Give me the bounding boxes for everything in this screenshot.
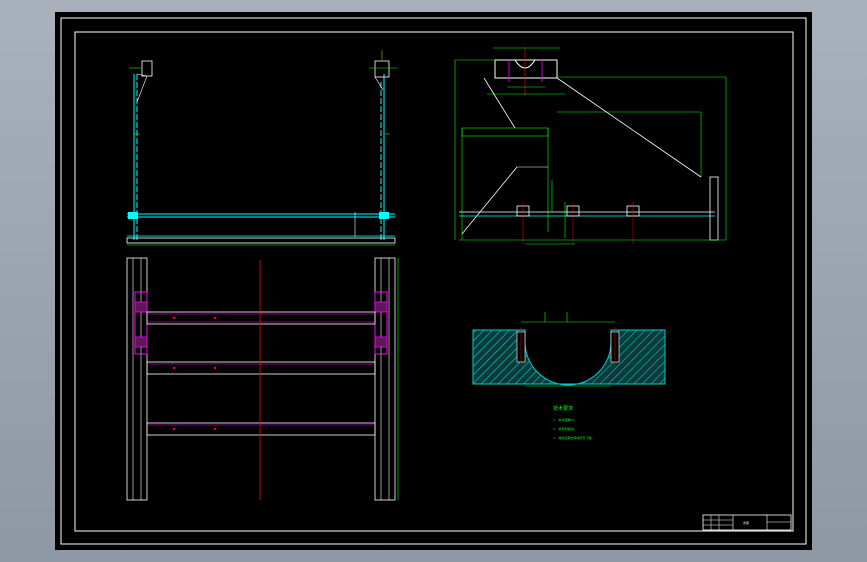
technical-notes: 技术要求 1. 未注圆角R2。 2. 去毛刺锐边。 3. 焊接后需去除焊渣及飞溅… bbox=[553, 405, 594, 440]
inner-border bbox=[74, 31, 794, 532]
note-item-1: 1. 未注圆角R2。 bbox=[553, 417, 577, 422]
cad-drawing: 技术要求 1. 未注圆角R2。 2. 去毛刺锐边。 3. 焊接后需去除焊渣及飞溅… bbox=[60, 17, 807, 545]
side-view bbox=[454, 47, 727, 245]
note-item-2: 2. 去毛刺锐边。 bbox=[553, 426, 576, 431]
title-block: 支架 bbox=[702, 514, 792, 531]
front-view bbox=[126, 50, 397, 246]
title-block-name: 支架 bbox=[743, 520, 749, 525]
note-item-3: 3. 焊接后需去除焊渣及飞溅。 bbox=[553, 435, 594, 440]
outer-border bbox=[60, 17, 807, 545]
cad-drawing-sheet: 技术要求 1. 未注圆角R2。 2. 去毛刺锐边。 3. 焊接后需去除焊渣及飞溅… bbox=[55, 12, 812, 550]
notes-heading: 技术要求 bbox=[553, 405, 573, 412]
top-view bbox=[126, 257, 399, 501]
section-detail bbox=[472, 312, 666, 387]
